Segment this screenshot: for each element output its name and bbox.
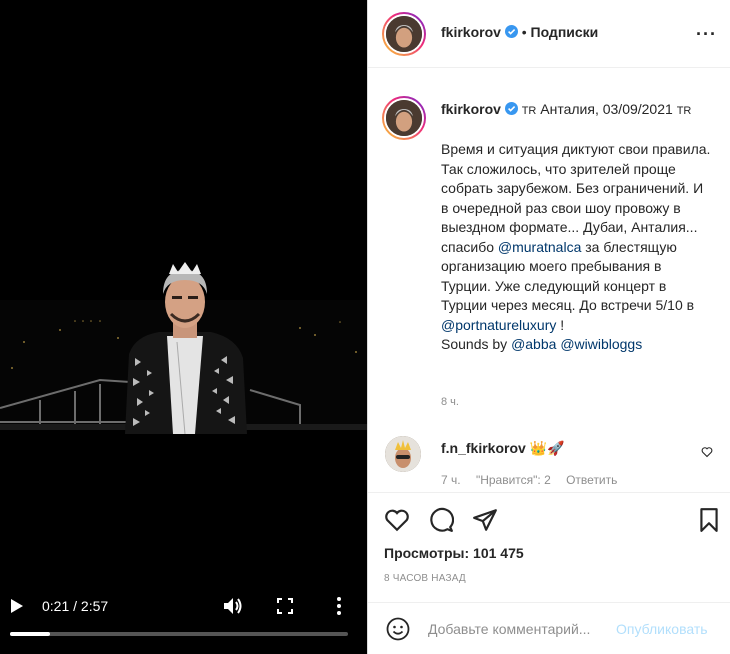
verified-icon: [504, 25, 518, 38]
comment-meta: 7 ч. "Нравится": 2 Ответить: [441, 473, 629, 487]
comment-avatar[interactable]: [385, 436, 421, 472]
comment-likes[interactable]: "Нравится": 2: [476, 473, 551, 487]
send-icon[interactable]: [472, 507, 498, 533]
comment-time: 7 ч.: [441, 473, 461, 487]
add-comment-bar: Опубликовать: [368, 602, 730, 654]
follow-status-button[interactable]: Подписки: [531, 24, 599, 40]
play-icon[interactable]: [10, 598, 24, 614]
more-vertical-icon[interactable]: [335, 596, 343, 616]
heart-outline-icon[interactable]: [701, 446, 713, 458]
post-actions: Просмотры: 101 475 8 ЧАСОВ НАЗАД: [368, 492, 730, 602]
caption-avatar[interactable]: [382, 96, 426, 140]
comment-input[interactable]: [428, 618, 608, 640]
video-time: 0:21 / 2:57: [42, 598, 109, 614]
video-progress-bar[interactable]: [10, 632, 348, 636]
mention-link[interactable]: @wiwibloggs: [560, 336, 642, 352]
comment-header: f.n_fkirkorov 👑🚀: [441, 440, 565, 457]
fullscreen-icon[interactable]: [277, 598, 293, 614]
comment-text: 👑🚀: [529, 440, 565, 456]
verified-icon: [504, 102, 518, 115]
video-player[interactable]: 0:21 / 2:57: [0, 0, 367, 654]
header-separator: •: [521, 24, 527, 40]
mention-link[interactable]: @portnatureluxury: [441, 317, 556, 333]
bookmark-icon[interactable]: [696, 507, 722, 533]
location-link[interactable]: Анталия, 03/09/2021: [540, 101, 673, 117]
volume-icon[interactable]: [222, 596, 244, 616]
smiley-icon[interactable]: [386, 617, 410, 641]
caption-time-ago: 8 ч.: [441, 396, 459, 408]
heart-icon[interactable]: [384, 507, 410, 533]
performer-figure: [125, 262, 247, 434]
reply-button[interactable]: Ответить: [566, 473, 617, 487]
publish-button[interactable]: Опубликовать: [616, 621, 708, 637]
video-controls: 0:21 / 2:57: [0, 590, 367, 654]
comment-item: f.n_fkirkorov 👑🚀 7 ч. "Нравится": 2 Отве…: [368, 432, 730, 492]
mention-link[interactable]: @muratnalca: [498, 239, 581, 255]
video-progress-fill: [10, 632, 51, 636]
post-panel: fkirkorov • Подписки ··· fkirkorov TR Ан…: [367, 0, 730, 654]
comment-username[interactable]: f.n_fkirkorov: [441, 440, 526, 456]
views-count[interactable]: Просмотры: 101 475: [384, 545, 524, 561]
caption-text-segment: Время и ситуация диктуют свои правила. Т…: [441, 141, 711, 255]
flag-tr-icon: TR: [676, 105, 692, 117]
post-header: fkirkorov • Подписки ···: [368, 0, 730, 68]
mention-link[interactable]: @abba: [511, 336, 556, 352]
comment-icon[interactable]: [428, 507, 454, 533]
avatar[interactable]: [382, 12, 426, 56]
caption-username[interactable]: fkirkorov: [441, 101, 501, 117]
more-horizontal-icon[interactable]: ···: [696, 24, 717, 45]
caption-text: Время и ситуация диктуют свои правила. Т…: [441, 140, 711, 355]
flag-tr-icon: TR: [521, 105, 537, 117]
header-username[interactable]: fkirkorov: [441, 24, 501, 40]
post-date: 8 ЧАСОВ НАЗАД: [384, 573, 466, 584]
